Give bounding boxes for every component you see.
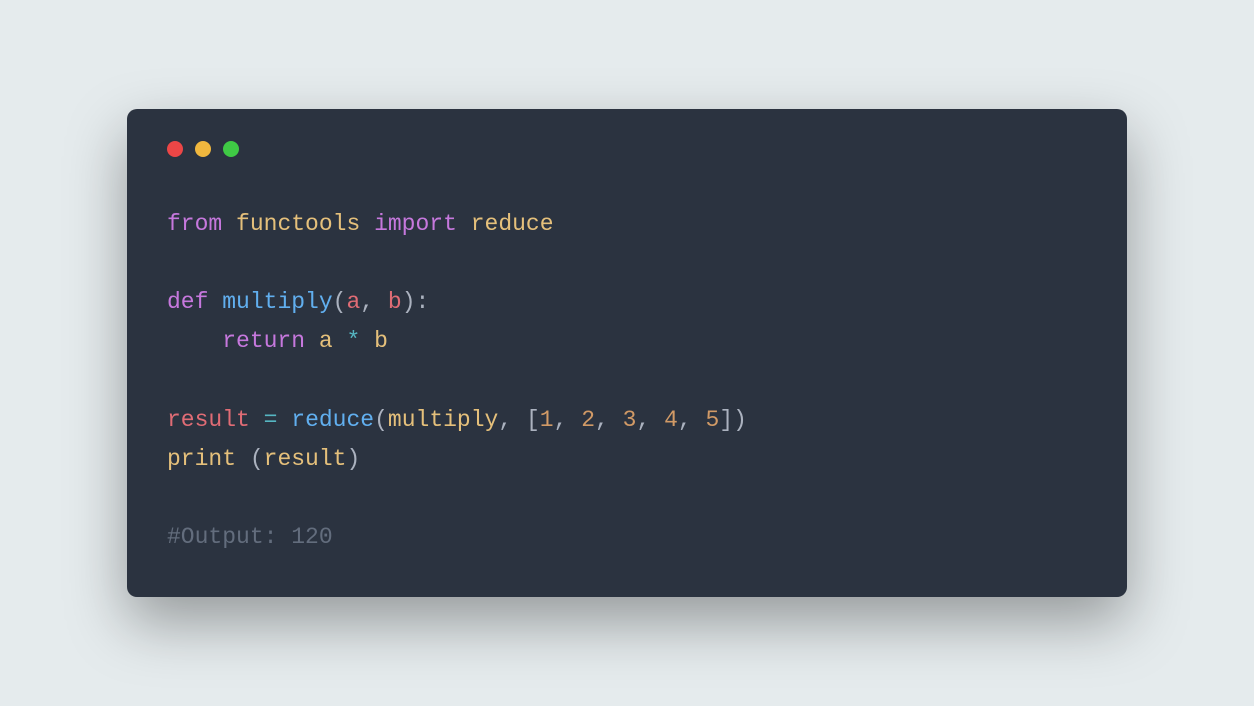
token-identifier: result xyxy=(167,407,250,433)
close-icon[interactable] xyxy=(167,141,183,157)
token-keyword: import xyxy=(374,211,457,237)
token-punct: , xyxy=(498,407,512,433)
token-operator: = xyxy=(264,407,278,433)
token-keyword: return xyxy=(222,328,305,354)
code-line: #Output: 120 xyxy=(167,524,333,550)
token-function: reduce xyxy=(291,407,374,433)
code-line: result = reduce(multiply, [1, 2, 3, 4, 5… xyxy=(167,407,747,433)
token-identifier: reduce xyxy=(471,211,554,237)
code-line: def multiply(a, b): xyxy=(167,289,429,315)
token-function: multiply xyxy=(222,289,332,315)
code-line: from functools import reduce xyxy=(167,211,554,237)
token-number: 2 xyxy=(581,407,595,433)
token-punct: , xyxy=(595,407,609,433)
token-punct: ): xyxy=(402,289,430,315)
token-punct: , xyxy=(360,289,374,315)
token-number: 1 xyxy=(540,407,554,433)
token-punct: ) xyxy=(346,446,360,472)
traffic-lights xyxy=(167,141,1087,157)
token-number: 5 xyxy=(706,407,720,433)
token-punct: , xyxy=(554,407,568,433)
token-number: 3 xyxy=(623,407,637,433)
token-param: a xyxy=(346,289,360,315)
code-content: from functools import reduce def multipl… xyxy=(167,205,1087,557)
token-punct: , xyxy=(636,407,650,433)
maximize-icon[interactable] xyxy=(223,141,239,157)
token-punct: , xyxy=(678,407,692,433)
code-window: from functools import reduce def multipl… xyxy=(127,109,1127,597)
token-operator: * xyxy=(346,328,360,354)
token-number: 4 xyxy=(664,407,678,433)
token-identifier: multiply xyxy=(388,407,498,433)
token-module: functools xyxy=(236,211,360,237)
code-line: return a * b xyxy=(167,328,388,354)
token-keyword: def xyxy=(167,289,208,315)
token-punct: ]) xyxy=(719,407,747,433)
token-keyword: from xyxy=(167,211,222,237)
token-param: b xyxy=(388,289,402,315)
token-punct: [ xyxy=(526,407,540,433)
token-punct: ( xyxy=(250,446,264,472)
token-punct: ( xyxy=(374,407,388,433)
token-identifier: a xyxy=(319,328,333,354)
token-comment: #Output: 120 xyxy=(167,524,333,550)
token-builtin: print xyxy=(167,446,236,472)
code-line: print (result) xyxy=(167,446,360,472)
token-identifier: result xyxy=(264,446,347,472)
token-identifier: b xyxy=(374,328,388,354)
minimize-icon[interactable] xyxy=(195,141,211,157)
token-punct: ( xyxy=(333,289,347,315)
